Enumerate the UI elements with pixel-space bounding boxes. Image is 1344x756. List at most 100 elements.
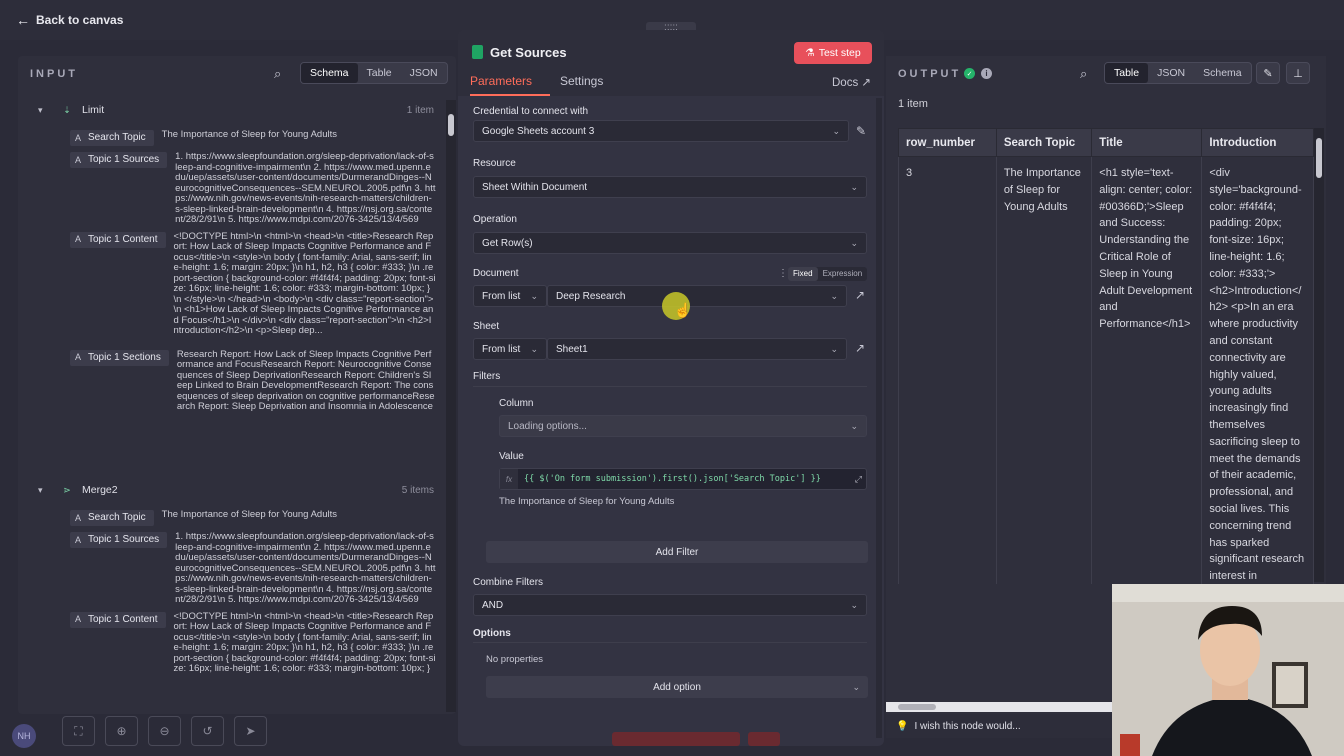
column-header[interactable]: row_number [898,128,997,157]
table-cell[interactable]: <div style='background-color: #f4f4f4; p… [1201,155,1314,584]
column-select[interactable]: Loading options... ⌄ [499,415,867,437]
add-option-button[interactable]: Add option ⌄ [486,676,868,698]
operation-select[interactable]: Get Row(s) ⌄ [473,232,867,254]
input-view-schema[interactable]: Schema [301,63,358,83]
expression-option[interactable]: Expression [818,267,868,281]
table-cell[interactable]: The Importance of Sleep for Young Adults [995,155,1093,584]
column-header[interactable]: Title [1091,128,1203,157]
modal-scrollbar[interactable] [876,98,882,738]
field-name[interactable]: Topic 1 Sections [86,349,169,366]
input-view-toggle: Schema Table JSON [300,62,448,84]
fit-view-button[interactable]: ⛶ [62,716,95,746]
active-tab-indicator [470,94,550,96]
tab-parameters[interactable]: Parameters [470,74,532,88]
open-external-icon[interactable]: ↗ [855,288,865,302]
execute-button-hidden[interactable] [612,732,740,746]
credential-select[interactable]: Google Sheets account 3 ⌄ [473,120,849,142]
scroll-thumb[interactable] [898,704,936,710]
test-step-button[interactable]: ⚗ Test step [794,42,872,64]
field-name[interactable]: Search Topic [86,510,154,526]
hand-cursor-icon: ☝ [674,302,692,318]
feedback-text: I wish this node would... [914,720,1021,732]
resource-select[interactable]: Sheet Within Document ⌄ [473,176,867,198]
scroll-thumb[interactable] [1316,138,1322,178]
external-link-icon: ↗ [861,77,872,89]
column-value: Loading options... [508,420,587,432]
avatar[interactable]: NH [12,724,36,748]
operation-value: Get Row(s) [482,237,533,249]
output-vscrollbar[interactable] [1314,128,1324,582]
sheet-select[interactable]: Sheet1 ⌄ [547,338,847,360]
column-header[interactable]: Introduction [1201,128,1314,157]
field-name[interactable]: Topic 1 Content [86,231,166,248]
document-select[interactable]: Deep Research ⌄ [547,285,847,307]
field-value: 1. https://www.sleepfoundation.org/sleep… [175,151,436,225]
feedback-bar[interactable]: 💡 I wish this node would... [886,714,1112,738]
credential-label: Credential to connect with [473,106,589,117]
edit-pencil-icon[interactable]: ✎ [856,124,866,138]
add-filter-button[interactable]: Add Filter [486,541,868,563]
field-row: A Topic 1 Sources 1. https://www.sleepfo… [70,151,436,226]
arrow-left-icon: ← [16,12,30,28]
google-sheets-icon [472,45,483,59]
string-type-icon: A [70,130,86,146]
node-merge2-header[interactable]: ▾ ⋗ Merge2 5 items [38,480,434,500]
field-name[interactable]: Topic 1 Content [86,611,166,628]
node-limit-header[interactable]: ▾ ⇣ Limit 1 item [38,100,434,120]
table-cell[interactable]: <h1 style='text-align: center; color: #0… [1091,155,1203,584]
document-mode-value: From list [482,290,521,302]
chevron-down-icon: ⌄ [530,290,538,301]
back-to-canvas-link[interactable]: ← Back to canvas [16,12,123,28]
string-type-icon: A [70,510,86,526]
output-hscrollbar[interactable] [886,702,1112,712]
fixed-option[interactable]: Fixed [788,267,818,281]
field-name[interactable]: Search Topic [86,130,154,146]
document-label: Document [473,268,519,279]
options-label: Options [473,628,511,639]
fx-icon: fx [500,469,518,489]
value-expression-input[interactable]: fx {{ $('On form submission').first().js… [499,468,867,490]
expand-icon[interactable]: ⤢ [855,474,862,485]
combine-filters-select[interactable]: AND ⌄ [473,594,867,616]
chevron-down-icon: ⌄ [832,125,840,136]
input-view-json[interactable]: JSON [401,63,447,83]
output-table-viewport: row_number Search Topic Title Introducti… [886,56,1314,584]
delete-button-hidden[interactable] [748,732,780,746]
field-name[interactable]: Topic 1 Sources [86,152,168,168]
filters-divider [473,386,867,387]
docs-link[interactable]: Docs ↗ [832,75,871,89]
zoom-in-icon: ⊕ [116,724,127,738]
open-external-icon[interactable]: ↗ [855,341,865,355]
docs-label: Docs [832,77,859,89]
node-title[interactable]: Get Sources [490,45,567,60]
zoom-in-button[interactable]: ⊕ [105,716,138,746]
tab-settings[interactable]: Settings [560,74,603,88]
fixed-expression-toggle: Fixed Expression [788,267,868,281]
string-type-icon: A [70,231,86,248]
string-type-icon: A [70,349,86,366]
field-value: <!DOCTYPE html>\n <html>\n <head>\n <tit… [173,231,436,336]
document-value: Deep Research [556,290,626,302]
operation-label: Operation [473,214,517,225]
input-scrollbar[interactable] [446,100,456,712]
add-option-label: Add option [653,681,701,693]
column-header[interactable]: Search Topic [995,128,1093,157]
sheet-mode-select[interactable]: From list ⌄ [473,338,547,360]
cursor-tool-button[interactable]: ➤ [234,716,267,746]
field-name[interactable]: Topic 1 Sources [86,532,168,548]
node-limit-fields: A Search Topic The Importance of Sleep f… [70,129,436,419]
chevron-down-icon: ⌄ [530,343,538,354]
search-icon[interactable]: ⌕ [274,66,281,82]
zoom-out-button[interactable]: ⊖ [148,716,181,746]
table-cell[interactable]: 3 [898,155,997,584]
sheet-mode-value: From list [482,343,521,355]
node-settings-modal: Get Sources ⚗ Test step Parameters Setti… [458,30,884,746]
undo-button[interactable]: ↺ [191,716,224,746]
document-mode-select[interactable]: From list ⌄ [473,285,547,307]
chevron-down-icon: ⌄ [850,237,858,248]
scroll-thumb[interactable] [448,114,454,136]
input-title: INPUT [30,68,78,80]
more-vertical-icon[interactable]: ⋮ [778,268,788,279]
node-item-count: 1 item [406,104,434,116]
input-view-table[interactable]: Table [358,63,401,83]
